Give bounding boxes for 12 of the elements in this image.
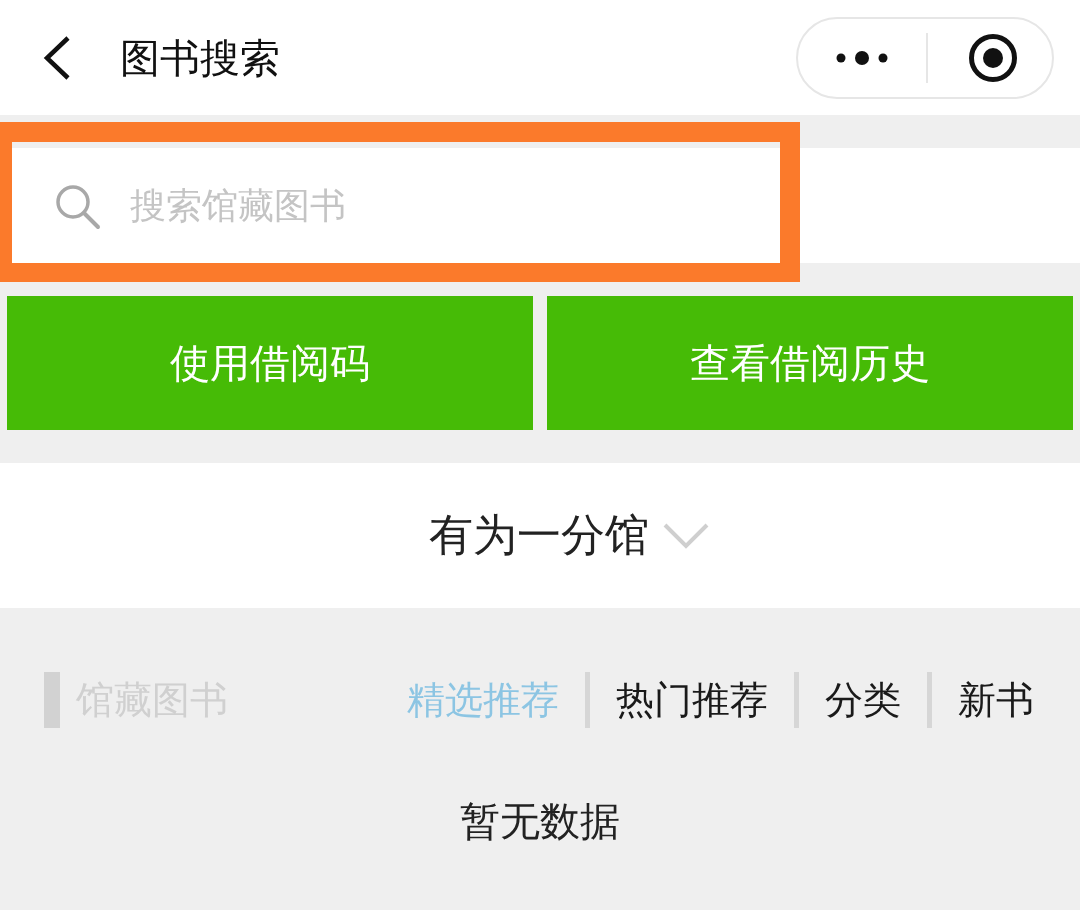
empty-state-text: 暂无数据: [460, 797, 620, 846]
category-tab[interactable]: 分类: [825, 674, 901, 726]
more-icon[interactable]: [836, 49, 888, 66]
accent-bar-icon: [44, 672, 60, 728]
chevron-down-icon: [663, 522, 709, 549]
branch-dropdown[interactable]: 有为一分馆: [371, 506, 709, 565]
back-icon[interactable]: [42, 34, 72, 81]
circle-dot-icon[interactable]: [968, 32, 1018, 83]
search-icon: [55, 184, 101, 230]
page-title: 图书搜索: [120, 33, 280, 82]
category-tab[interactable]: 新书: [958, 674, 1034, 726]
category-tab[interactable]: 热门推荐: [616, 674, 768, 726]
